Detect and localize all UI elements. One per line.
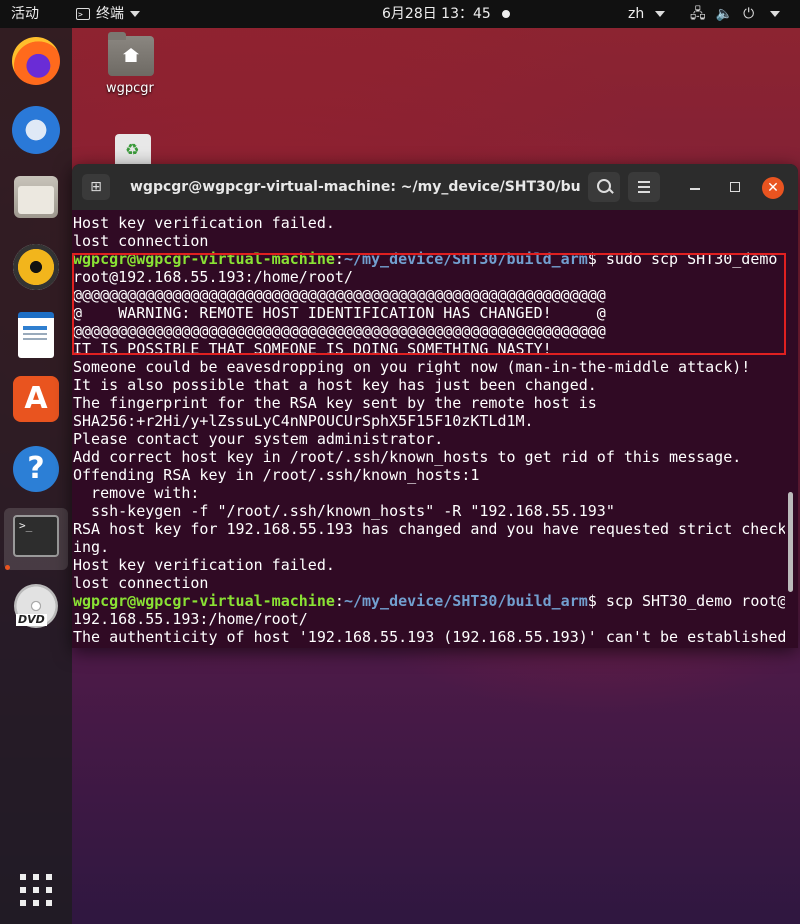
input-method-menu[interactable]: zh [628,0,665,28]
home-folder-icon[interactable] [108,32,158,80]
terminal-line: The authenticity of host '192.168.55.193… [73,628,785,646]
terminal-line: SHA256:+r2Hi/y+lZssuLyC4nNPOUCUrSphX5F15… [73,412,534,430]
terminal-line: ssh-keygen -f "/root/.ssh/known_hosts" -… [73,502,615,520]
help-icon[interactable]: ? [13,446,59,492]
terminal-line: lost connection [73,232,209,250]
title-bar[interactable]: ⊞ wgpcgr@wgpcgr-virtual-machine: ~/my_de… [72,164,798,210]
prompt-user: wgpcgr@wgpcgr-virtual-machine [73,250,335,268]
terminal-icon[interactable]: >_ [13,515,59,557]
terminal-line: @@@@@@@@@@@@@@@@@@@@@@@@@@@@@@@@@@@@@@@@… [73,322,606,340]
terminal-line: Host key verification failed. [73,556,335,574]
clock[interactable]: 6月28日 13：45 [382,0,491,28]
thunderbird-icon[interactable] [12,106,60,154]
notification-dot-icon [502,10,510,18]
libreoffice-writer-icon[interactable] [18,312,54,358]
terminal-line: Someone could be eavesdropping on you ri… [73,358,751,376]
ubuntu-software-icon[interactable]: A [13,376,59,422]
terminal-line: @@@@@@@@@@@@@@@@@@@@@@@@@@@@@@@@@@@@@@@@… [73,286,606,304]
firefox-icon[interactable] [12,37,60,85]
home-folder-label: wgpcgr [106,81,154,96]
terminal-line: @ WARNING: REMOTE HOST IDENTIFICATION HA… [73,304,606,322]
volume-icon: 🔈 [715,6,734,22]
house-icon [123,48,139,62]
terminal-window: ⊞ wgpcgr@wgpcgr-virtual-machine: ~/my_de… [72,164,798,648]
dvd-label: DVD [16,613,47,626]
terminal-icon: > [76,8,90,20]
menu-button[interactable] [628,172,660,202]
prompt-separator: : [334,592,344,610]
terminal-line: root@192.168.55.193:/home/root/ [73,268,353,286]
minimize-button[interactable] [686,178,704,196]
terminal-line: RSA host key for 192.168.55.193 has chan… [73,520,785,538]
maximize-button[interactable] [726,178,744,196]
show-applications-icon[interactable] [20,874,52,906]
terminal-line: IT IS POSSIBLE THAT SOMEONE IS DOING SOM… [73,340,552,358]
network-icon: 🖧 [690,6,706,22]
running-indicator [5,565,10,570]
terminal-line: remove with: [73,484,200,502]
terminal-line: The fingerprint for the RSA key sent by … [73,394,597,412]
prompt-separator: : [334,250,344,268]
terminal-line: 192.168.55.193:/home/root/ [73,610,308,628]
power-icon: ⏻ [743,6,755,22]
prompt-command: $ scp SHT30_demo root@ [587,592,785,610]
scrollbar[interactable] [788,492,793,592]
app-menu-button[interactable]: > 终端 [76,0,140,28]
terminal-line: It is also possible that a host key has … [73,376,597,394]
rhythmbox-icon[interactable] [13,244,59,290]
chevron-down-icon [130,11,140,17]
files-icon[interactable] [14,176,58,218]
terminal-prompt-line: wgpcgr@wgpcgr-virtual-machine:~/my_devic… [73,250,785,268]
prompt-user: wgpcgr@wgpcgr-virtual-machine [73,592,335,610]
terminal-output[interactable]: Host key verification failed. lost connec… [73,214,785,648]
terminal-line: Offending RSA key in /root/.ssh/known_ho… [73,466,480,484]
terminal-line: Host key verification failed. [73,214,335,232]
terminal-line: ing. [73,538,110,556]
trash-icon[interactable] [115,134,151,164]
window-title: wgpcgr@wgpcgr-virtual-machine: ~/my_devi… [130,179,580,195]
chevron-down-icon [770,11,781,17]
top-bar: 活动 > 终端 6月28日 13：45 zh 🖧 🔈 ⏻ [0,0,800,28]
system-tray[interactable]: 🖧 🔈 ⏻ [690,0,781,28]
terminal-prompt-line: wgpcgr@wgpcgr-virtual-machine:~/my_devic… [73,592,785,610]
terminal-line: Please contact your system administrator… [73,430,444,448]
terminal-line: Add correct host key in /root/.ssh/known… [73,448,742,466]
terminal-line: lost connection [73,574,209,592]
activities-button[interactable]: 活动 [11,0,39,28]
dock: A ? >_ DVD [0,28,72,924]
new-tab-button[interactable]: ⊞ [82,174,110,200]
prompt-path: ~/my_device/SHT30/build_arm [343,592,588,610]
language-label: zh [628,6,645,22]
chevron-down-icon [654,11,665,17]
app-menu-label: 终端 [96,6,124,22]
prompt-path: ~/my_device/SHT30/build_arm [343,250,588,268]
close-button[interactable]: ✕ [762,177,784,199]
search-button[interactable] [588,172,620,202]
prompt-command: $ sudo scp SHT30_demo [587,250,778,268]
